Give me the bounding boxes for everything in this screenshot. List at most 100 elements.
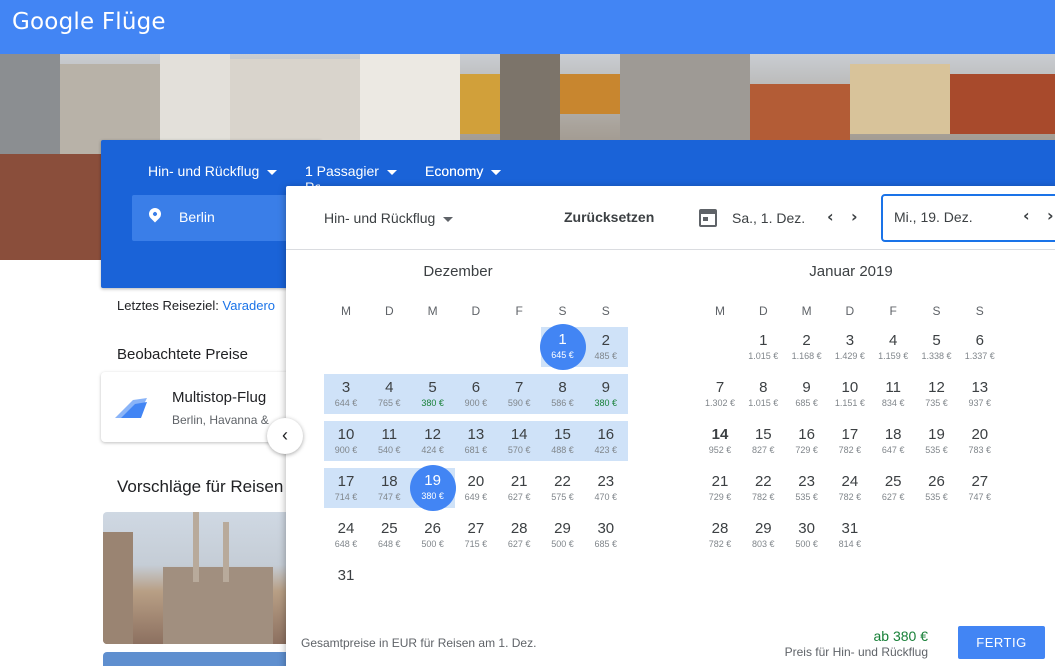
day-price: 1.337 € bbox=[964, 351, 995, 361]
calendar-day[interactable]: 30 500 € bbox=[785, 515, 829, 555]
calendar-day[interactable]: 21 627 € bbox=[497, 468, 541, 508]
calendar-day[interactable]: 2 485 € bbox=[584, 327, 628, 367]
calendar-day[interactable]: 5 1.338 € bbox=[915, 327, 959, 367]
calendar-day[interactable]: 16 729 € bbox=[785, 421, 829, 461]
day-price: 729 € bbox=[708, 492, 732, 502]
calendar-day[interactable]: 28 627 € bbox=[497, 515, 541, 555]
weekday-label: D bbox=[758, 304, 768, 318]
weekday-label: M bbox=[715, 304, 725, 318]
calendar-day[interactable]: 23 535 € bbox=[785, 468, 829, 508]
prev-date-chevron-icon[interactable]: ‹ bbox=[827, 207, 834, 226]
calendar-day[interactable]: 7 1.302 € bbox=[698, 374, 742, 414]
calendar-day[interactable]: 25 627 € bbox=[871, 468, 915, 508]
calendar-day[interactable]: 11 834 € bbox=[871, 374, 915, 414]
calendar-day[interactable]: 13 937 € bbox=[958, 374, 1002, 414]
calendar-day[interactable]: 14 952 € bbox=[698, 421, 742, 461]
calendar-day[interactable]: 9 380 € bbox=[584, 374, 628, 414]
day-price: 647 € bbox=[881, 445, 905, 455]
calendar-day[interactable]: 27 747 € bbox=[958, 468, 1002, 508]
calendar-day[interactable]: 3 644 € bbox=[324, 374, 368, 414]
calendar-day[interactable]: 8 1.015 € bbox=[741, 374, 785, 414]
picker-trip-type-select[interactable]: Hin- und Rückflug bbox=[324, 210, 454, 226]
collapse-panel-button[interactable]: ‹ bbox=[267, 418, 303, 454]
calendar-day[interactable]: 1 1.015 € bbox=[741, 327, 785, 367]
last-destination-link[interactable]: Varadero bbox=[223, 298, 276, 313]
day-number: 15 bbox=[554, 426, 571, 443]
next-return-chevron-icon[interactable]: › bbox=[1047, 206, 1054, 225]
calendar-day[interactable]: 20 783 € bbox=[958, 421, 1002, 461]
calendar-day[interactable]: 31 bbox=[324, 562, 368, 602]
passenger-select-visible[interactable]: 1 Passagier bbox=[305, 163, 397, 179]
calendar-day[interactable]: 27 715 € bbox=[454, 515, 498, 555]
day-price: 590 € bbox=[507, 398, 531, 408]
day-number: 5 bbox=[932, 332, 941, 349]
suggestion-image[interactable] bbox=[103, 512, 293, 644]
calendar-day[interactable]: 10 1.151 € bbox=[828, 374, 872, 414]
prev-return-chevron-icon[interactable]: ‹ bbox=[1023, 206, 1030, 225]
trip-type-select[interactable]: Hin- und Rückflug bbox=[148, 163, 278, 179]
calendar-day-selected[interactable]: 19 380 € bbox=[409, 465, 456, 511]
suggestion-image-2[interactable] bbox=[103, 652, 293, 666]
weekday-label: S bbox=[932, 304, 941, 318]
day-number: 28 bbox=[510, 520, 528, 537]
calendar-day[interactable]: 30 685 € bbox=[584, 515, 628, 555]
calendar-day[interactable]: 6 1.337 € bbox=[958, 327, 1002, 367]
done-button[interactable]: FERTIG bbox=[958, 626, 1045, 659]
cabin-select-visible[interactable]: Economy bbox=[425, 163, 502, 179]
calendar-day[interactable]: 6 900 € bbox=[454, 374, 498, 414]
calendar-day[interactable]: 5 380 € bbox=[411, 374, 455, 414]
calendar-day[interactable]: 3 1.429 € bbox=[828, 327, 872, 367]
location-pin-icon bbox=[146, 205, 164, 223]
calendar-day[interactable]: 15 827 € bbox=[741, 421, 785, 461]
calendar-day[interactable]: 29 500 € bbox=[541, 515, 585, 555]
calendar-day[interactable]: 21 729 € bbox=[698, 468, 742, 508]
day-price: 380 € bbox=[421, 491, 444, 501]
calendar-day[interactable]: 12 735 € bbox=[915, 374, 959, 414]
next-date-chevron-icon[interactable]: › bbox=[851, 207, 858, 226]
day-number: 11 bbox=[381, 426, 398, 443]
departure-date-value: Sa., 1. Dez. bbox=[732, 210, 806, 226]
calendar-day[interactable]: 22 575 € bbox=[541, 468, 585, 508]
calendar-day[interactable]: 22 782 € bbox=[741, 468, 785, 508]
calendar-day[interactable]: 17 714 € bbox=[324, 468, 368, 508]
calendar-day[interactable]: 24 782 € bbox=[828, 468, 872, 508]
calendar-day[interactable]: 18 647 € bbox=[871, 421, 915, 461]
day-price: 937 € bbox=[968, 398, 992, 408]
calendar-day[interactable]: 26 500 € bbox=[411, 515, 455, 555]
calendar-day[interactable]: 14 570 € bbox=[497, 421, 541, 461]
calendar-day[interactable]: 13 681 € bbox=[454, 421, 498, 461]
calendar-day[interactable]: 18 747 € bbox=[367, 468, 411, 508]
calendar-day[interactable]: 16 423 € bbox=[584, 421, 628, 461]
calendar-day[interactable]: 23 470 € bbox=[584, 468, 628, 508]
calendar-day[interactable]: 28 782 € bbox=[698, 515, 742, 555]
day-number: 25 bbox=[884, 473, 902, 490]
google-flights-logo[interactable]: Google Flüge bbox=[12, 9, 166, 35]
calendar-day[interactable]: 8 586 € bbox=[541, 374, 585, 414]
calendar-day[interactable]: 20 649 € bbox=[454, 468, 498, 508]
calendar-day[interactable]: 9 685 € bbox=[785, 374, 829, 414]
calendar-day[interactable]: 11 540 € bbox=[367, 421, 411, 461]
calendar-day[interactable]: 19 535 € bbox=[915, 421, 959, 461]
day-number: 17 bbox=[841, 426, 859, 443]
calendar-day[interactable]: 7 590 € bbox=[497, 374, 541, 414]
suggestions-title: Vorschläge für Reisen ab bbox=[117, 477, 307, 496]
calendar-day[interactable]: 25 648 € bbox=[367, 515, 411, 555]
return-date-field[interactable]: Mi., 19. Dez. ‹ › bbox=[881, 194, 1055, 242]
calendar-day[interactable]: 17 782 € bbox=[828, 421, 872, 461]
calendar-day[interactable]: 4 1.159 € bbox=[871, 327, 915, 367]
calendar-day[interactable]: 2 1.168 € bbox=[785, 327, 829, 367]
calendar-day[interactable]: 31 814 € bbox=[828, 515, 872, 555]
reset-button[interactable]: Zurücksetzen bbox=[564, 209, 654, 225]
day-price: 952 € bbox=[708, 445, 732, 455]
calendar-day[interactable]: 10 900 € bbox=[324, 421, 368, 461]
day-price: 424 € bbox=[421, 445, 444, 455]
departure-date-field[interactable]: Sa., 1. Dez. ‹ › bbox=[688, 194, 876, 242]
weekday-label: S bbox=[558, 304, 567, 318]
calendar-day[interactable]: 15 488 € bbox=[541, 421, 585, 461]
calendar-day[interactable]: 29 803 € bbox=[741, 515, 785, 555]
calendar-day[interactable]: 24 648 € bbox=[324, 515, 368, 555]
calendar-day[interactable]: 26 535 € bbox=[915, 468, 959, 508]
calendar-day[interactable]: 4 765 € bbox=[367, 374, 411, 414]
calendar-day[interactable]: 12 424 € bbox=[411, 421, 455, 461]
calendar-day-selected[interactable]: 1 645 € bbox=[539, 324, 586, 370]
